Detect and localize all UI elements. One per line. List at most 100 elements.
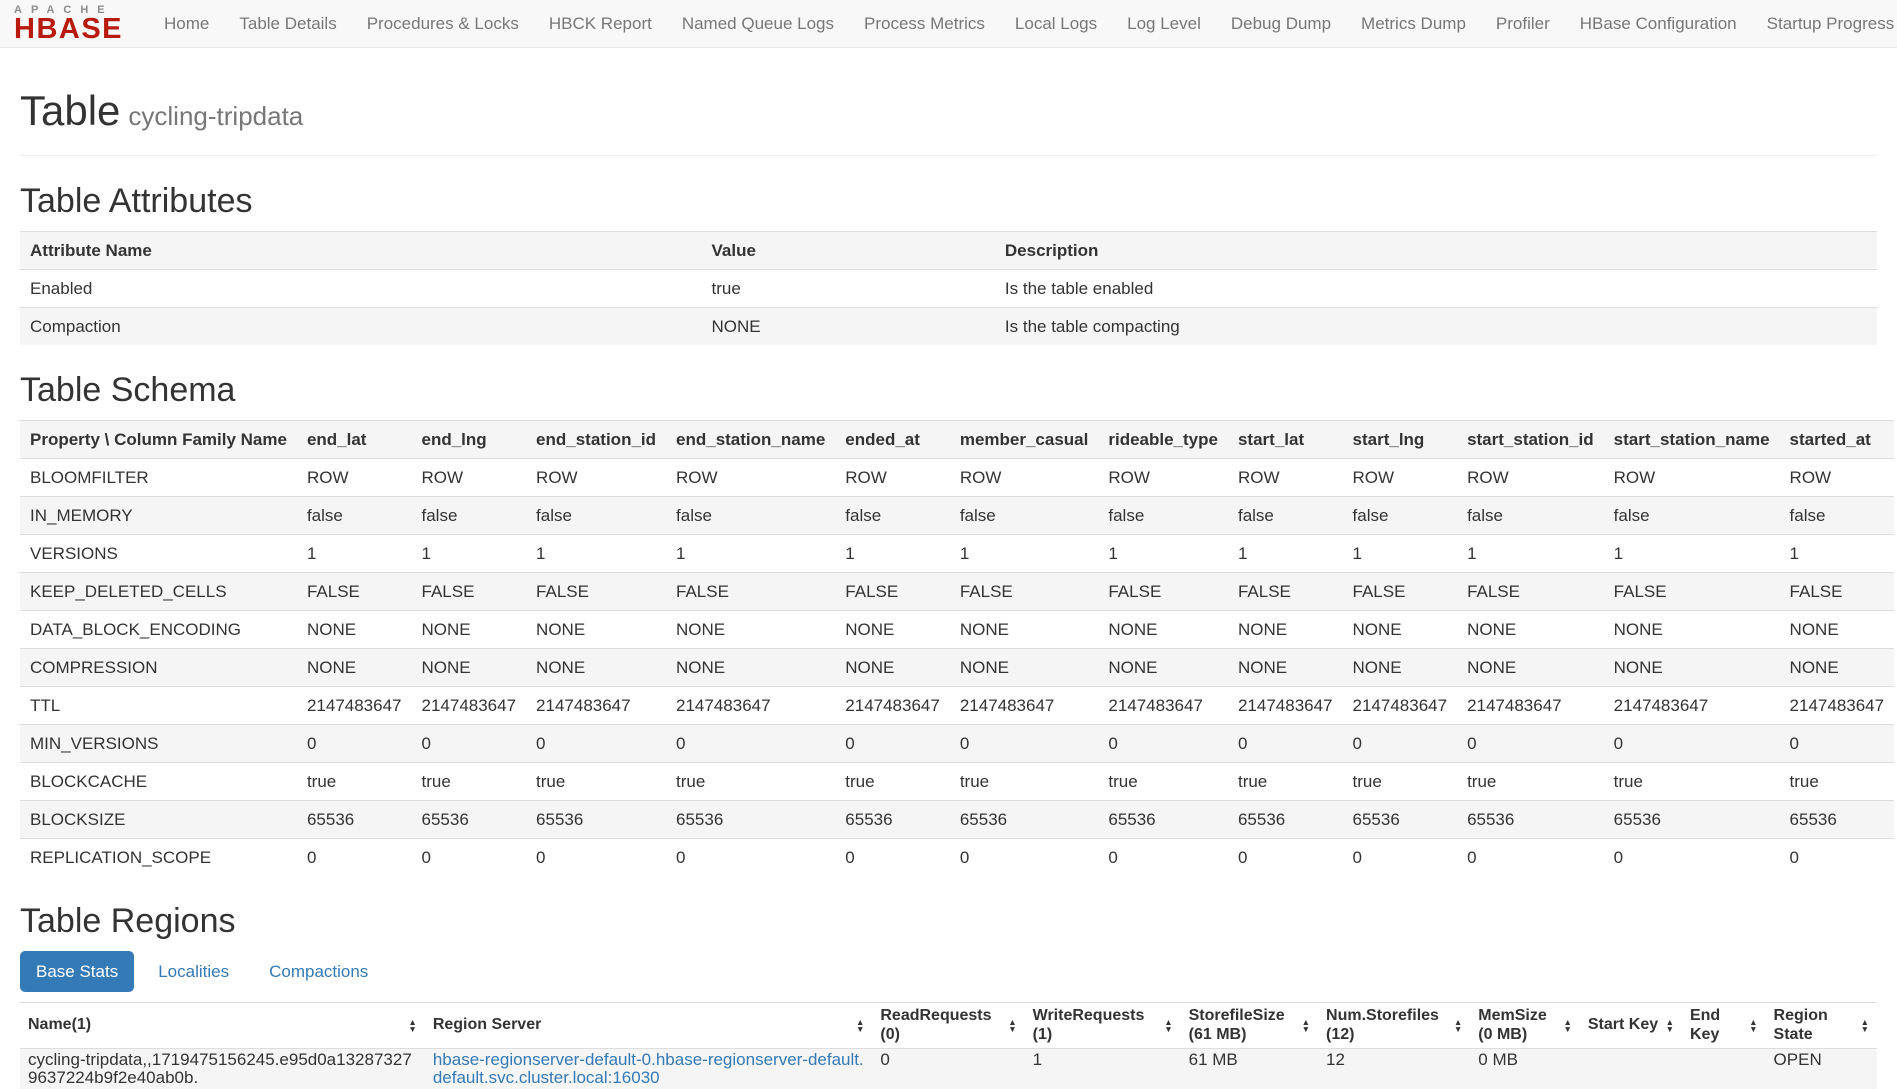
nav-item-hbck-report[interactable]: HBCK Report: [534, 0, 667, 48]
schema-property-value: true: [1604, 763, 1780, 801]
schema-property-value: FALSE: [1780, 573, 1895, 611]
schema-property-value: false: [1098, 497, 1228, 535]
schema-property-value: 0: [666, 725, 835, 763]
schema-property-value: NONE: [1343, 649, 1458, 687]
region-name-cell: cycling-tripdata,,1719475156245.e95d0a13…: [20, 1049, 425, 1089]
region-col-memsize-0-mb[interactable]: MemSize (0 MB)▲▼: [1470, 1003, 1580, 1049]
schema-col-end-lng: end_lng: [412, 421, 527, 459]
column-label: WriteRequests (1): [1033, 1007, 1161, 1044]
nav-item-procedures-locks[interactable]: Procedures & Locks: [352, 0, 534, 48]
column-label: Region Server: [433, 1016, 541, 1035]
schema-property-value: NONE: [950, 611, 1099, 649]
schema-property-value: 2147483647: [526, 687, 666, 725]
table-row: KEEP_DELETED_CELLSFALSEFALSEFALSEFALSEFA…: [20, 573, 1894, 611]
attribute-value: true: [702, 270, 995, 308]
tab-base-stats[interactable]: Base Stats: [20, 951, 134, 992]
nav-item-debug-dump[interactable]: Debug Dump: [1216, 0, 1346, 48]
table-row: IN_MEMORYfalsefalsefalsefalsefalsefalsef…: [20, 497, 1894, 535]
nav-item-process-metrics[interactable]: Process Metrics: [849, 0, 1000, 48]
region-col-readrequests-0[interactable]: ReadRequests (0) ▲▼: [872, 1003, 1024, 1049]
schema-property-value: 0: [297, 725, 412, 763]
region-col-num-storefiles-12[interactable]: Num.Storefiles (12)▲▼: [1318, 1003, 1470, 1049]
sort-icon[interactable]: ▲▼: [408, 1019, 416, 1032]
region-col-region-state[interactable]: Region State ▲▼: [1766, 1003, 1877, 1049]
schema-property-value: 0: [1228, 839, 1343, 877]
nav-item-log-level[interactable]: Log Level: [1112, 0, 1216, 48]
schema-property-value: NONE: [1343, 611, 1458, 649]
region-col-writerequests-1[interactable]: WriteRequests (1)▲▼: [1025, 1003, 1181, 1049]
schema-col-start-lat: start_lat: [1228, 421, 1343, 459]
table-row: DATA_BLOCK_ENCODINGNONENONENONENONENONEN…: [20, 611, 1894, 649]
column-label: Region State: [1774, 1007, 1857, 1044]
region-col-region-server[interactable]: Region Server ▲▼: [425, 1003, 873, 1049]
nav-item-startup-progress[interactable]: Startup Progress: [1752, 0, 1897, 48]
title-divider: [20, 155, 1877, 156]
nav-item-hbase-configuration[interactable]: HBase Configuration: [1565, 0, 1752, 48]
nav-item-local-logs[interactable]: Local Logs: [1000, 0, 1112, 48]
nav-item-profiler[interactable]: Profiler: [1481, 0, 1565, 48]
sort-icon[interactable]: ▲▼: [1454, 1019, 1462, 1032]
schema-property-value: 0: [1098, 725, 1228, 763]
schema-property-value: 0: [1343, 839, 1458, 877]
nav-item-metrics-dump[interactable]: Metrics Dump: [1346, 0, 1481, 48]
schema-property-value: 2147483647: [1098, 687, 1228, 725]
nav-item-table-details[interactable]: Table Details: [224, 0, 351, 48]
sort-icon[interactable]: ▲▼: [1164, 1019, 1172, 1032]
schema-property-value: ROW: [297, 459, 412, 497]
attribute-description: Is the table compacting: [995, 308, 1877, 346]
schema-property-value: 1: [1780, 535, 1895, 573]
storefile-size-cell: 61 MB: [1181, 1049, 1318, 1089]
nav-item-home[interactable]: Home: [149, 0, 224, 48]
sort-icon[interactable]: ▲▼: [856, 1019, 864, 1032]
end-key-cell: [1682, 1049, 1766, 1089]
tab-compactions[interactable]: Compactions: [253, 951, 384, 992]
schema-property-value: 1: [1343, 535, 1458, 573]
region-col-start-key[interactable]: Start Key▲▼: [1580, 1003, 1682, 1049]
schema-property-value: 0: [666, 839, 835, 877]
regions-tabs: Base StatsLocalitiesCompactions: [20, 951, 1877, 992]
sort-icon[interactable]: ▲▼: [1563, 1019, 1571, 1032]
table-name: cycling-tripdata: [128, 101, 303, 131]
sort-desc-arrow: ▼: [1563, 1026, 1571, 1033]
top-navbar: APACHE HBASE HomeTable DetailsProcedures…: [0, 0, 1897, 48]
column-label: Name(1): [28, 1016, 91, 1035]
schema-property-value: true: [1098, 763, 1228, 801]
schema-property-name: IN_MEMORY: [20, 497, 297, 535]
attribute-description: Is the table enabled: [995, 270, 1877, 308]
schema-property-name: BLOOMFILTER: [20, 459, 297, 497]
region-server-link[interactable]: hbase-regionserver-default-0.hbase-regio…: [433, 1050, 864, 1087]
schema-property-value: 65536: [412, 801, 527, 839]
regions-heading: Table Regions: [20, 902, 1877, 941]
schema-property-value: 0: [1343, 725, 1458, 763]
region-col-storefilesize-61-mb[interactable]: StorefileSize (61 MB)▲▼: [1181, 1003, 1318, 1049]
schema-property-value: FALSE: [1228, 573, 1343, 611]
schema-property-value: 65536: [666, 801, 835, 839]
hbase-logo[interactable]: APACHE HBASE: [14, 4, 123, 43]
schema-property-value: false: [1780, 497, 1895, 535]
schema-property-value: 1: [666, 535, 835, 573]
region-col-name-1[interactable]: Name(1) ▲▼: [20, 1003, 425, 1049]
sort-icon[interactable]: ▲▼: [1302, 1019, 1310, 1032]
tab-localities[interactable]: Localities: [142, 951, 245, 992]
nav-item-named-queue-logs[interactable]: Named Queue Logs: [667, 0, 849, 48]
schema-property-value: 0: [1780, 839, 1895, 877]
schema-property-value: NONE: [526, 611, 666, 649]
table-schema: Property \ Column Family Nameend_latend_…: [20, 420, 1894, 876]
schema-property-value: 0: [412, 725, 527, 763]
schema-property-value: FALSE: [835, 573, 950, 611]
schema-property-value: 1: [1457, 535, 1604, 573]
attribute-value: NONE: [702, 308, 995, 346]
schema-property-value: 0: [1228, 725, 1343, 763]
schema-property-value: FALSE: [1604, 573, 1780, 611]
region-col-end-key[interactable]: End Key▲▼: [1682, 1003, 1766, 1049]
schema-property-value: true: [1343, 763, 1458, 801]
sort-icon[interactable]: ▲▼: [1861, 1019, 1869, 1032]
table-row: VERSIONS111111111111: [20, 535, 1894, 573]
schema-col-started-at: started_at: [1780, 421, 1895, 459]
sort-icon[interactable]: ▲▼: [1666, 1019, 1674, 1032]
column-label: ReadRequests (0): [880, 1007, 1004, 1044]
sort-icon[interactable]: ▲▼: [1008, 1019, 1016, 1032]
schema-property-value: ROW: [1098, 459, 1228, 497]
schema-property-name: KEEP_DELETED_CELLS: [20, 573, 297, 611]
sort-icon[interactable]: ▲▼: [1749, 1019, 1757, 1032]
